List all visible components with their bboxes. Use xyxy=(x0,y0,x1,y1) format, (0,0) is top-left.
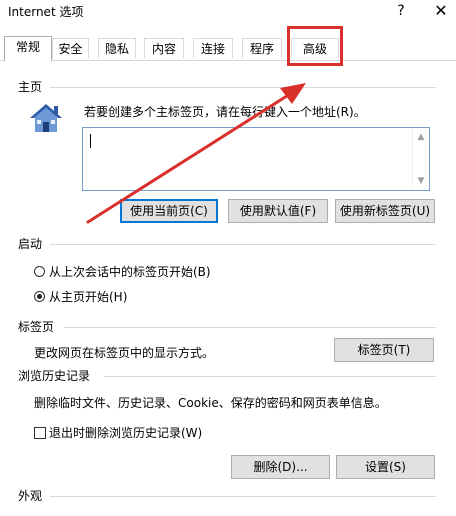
home-heading: 主页 xyxy=(18,80,43,94)
tabs-divider xyxy=(64,327,436,328)
use-new-tab-button[interactable]: 使用新标签页(U) xyxy=(335,199,435,223)
radio-label: 从主页开始(H) xyxy=(49,290,128,304)
delete-history-button[interactable]: 删除(D)... xyxy=(231,455,330,479)
tabs-heading: 标签页 xyxy=(18,320,55,334)
appearance-heading: 外观 xyxy=(18,489,43,503)
house-icon xyxy=(30,104,62,132)
tab-programs[interactable]: 程序 xyxy=(242,38,282,58)
text-caret xyxy=(90,134,91,148)
home-page-input[interactable]: ▲ ▼ xyxy=(82,127,430,191)
radio-label: 从上次会话中的标签页开始(B) xyxy=(49,265,211,279)
radio-button[interactable] xyxy=(34,266,45,277)
home-divider xyxy=(50,87,436,88)
tab-panel-border xyxy=(0,60,456,61)
radio-button-selected[interactable] xyxy=(34,291,45,302)
checkbox-label: 退出时删除浏览历史记录(W) xyxy=(49,426,203,440)
help-button[interactable]: ? xyxy=(388,0,414,24)
scroll-down-icon[interactable]: ▼ xyxy=(413,174,429,188)
tab-privacy[interactable]: 隐私 xyxy=(98,38,136,58)
tabs-description: 更改网页在标签页中的显示方式。 xyxy=(34,346,215,360)
startup-divider xyxy=(50,244,436,245)
tabs-settings-button[interactable]: 标签页(T) xyxy=(334,338,434,362)
use-current-page-button[interactable]: 使用当前页(C) xyxy=(120,199,218,223)
home-hint-text: 若要创建多个主标签页，请在每行键入一个地址(R)。 xyxy=(84,105,366,119)
checkbox[interactable] xyxy=(34,427,46,439)
tab-security[interactable]: 安全 xyxy=(52,38,89,58)
startup-heading: 启动 xyxy=(18,237,43,251)
scroll-up-icon[interactable]: ▲ xyxy=(413,130,429,144)
title-bar: Internet 选项 ? ✕ xyxy=(0,0,456,30)
annotation-highlight-box xyxy=(287,26,343,66)
history-settings-button[interactable]: 设置(S) xyxy=(336,455,435,479)
use-default-button[interactable]: 使用默认值(F) xyxy=(228,199,328,223)
home-input-scrollbar[interactable]: ▲ ▼ xyxy=(412,128,429,190)
tab-connections[interactable]: 连接 xyxy=(193,38,233,58)
close-button[interactable]: ✕ xyxy=(428,0,454,24)
tab-strip: 常规 安全 隐私 内容 连接 程序 高级 xyxy=(0,36,456,61)
history-description: 删除临时文件、历史记录、Cookie、保存的密码和网页表单信息。 xyxy=(34,396,387,410)
history-heading: 浏览历史记录 xyxy=(18,369,91,383)
tab-general[interactable]: 常规 xyxy=(4,36,52,61)
tab-content[interactable]: 内容 xyxy=(144,38,184,58)
history-divider xyxy=(104,376,436,377)
appearance-divider xyxy=(50,496,436,497)
window-title: Internet 选项 xyxy=(8,5,84,19)
